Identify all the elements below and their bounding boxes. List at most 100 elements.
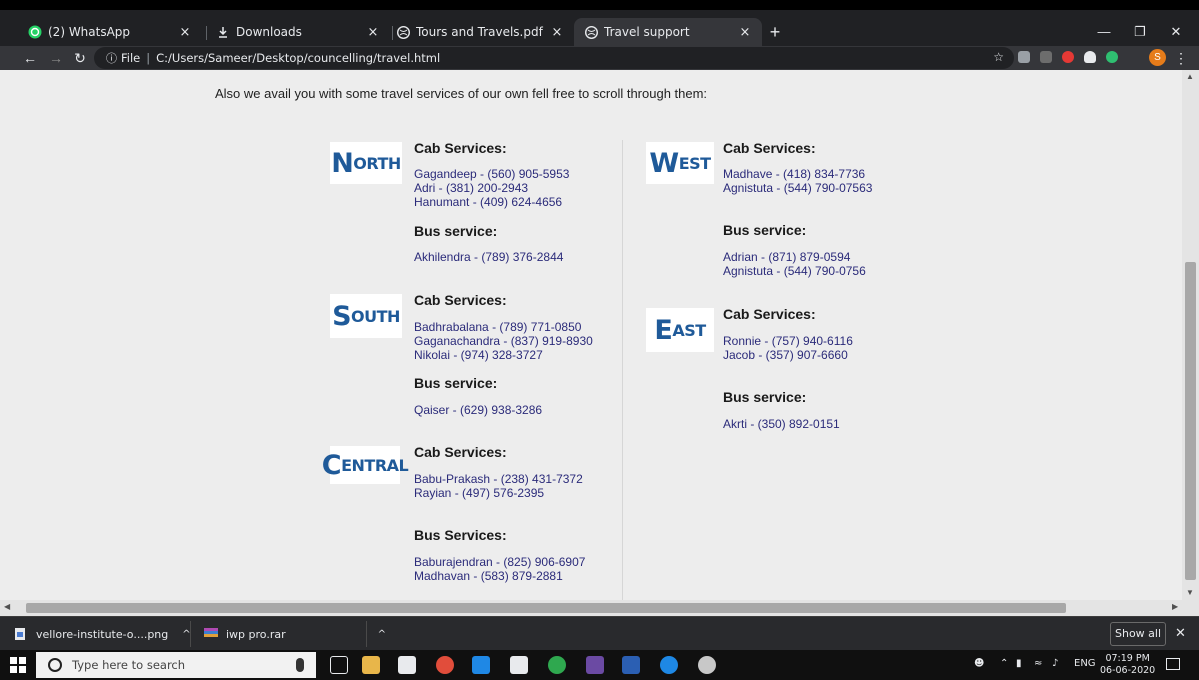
restore-icon[interactable]: ❐ <box>1122 22 1158 42</box>
cab-contacts-north: Gagandeep - (560) 905-5953 Adri - (381) … <box>414 167 569 209</box>
scroll-right-icon[interactable]: ▶ <box>1172 602 1178 611</box>
cab-services-heading: Cab Services: <box>723 140 816 156</box>
notification-icon[interactable] <box>1166 658 1180 670</box>
vertical-scrollbar[interactable]: ▲ ▼ <box>1182 70 1199 600</box>
cab-contacts-west: Madhave - (418) 834-7736 Agnistuta - (54… <box>723 167 872 195</box>
horizontal-scrollbar[interactable]: ◀ ▶ <box>0 600 1199 616</box>
battery-icon[interactable]: ▮ <box>1016 658 1022 669</box>
contact-entry: Adri - (381) 200-2943 <box>414 181 529 195</box>
tab-title: Travel support <box>604 25 690 39</box>
page-viewport: Also we avail you with some travel servi… <box>0 70 1182 600</box>
profile-avatar[interactable]: S <box>1149 49 1166 66</box>
contact-entry: Rayian - (497) 576-2395 <box>414 486 545 500</box>
image-file-icon <box>14 627 26 641</box>
shield-icon[interactable] <box>1084 51 1096 63</box>
bus-service-heading: Bus service: <box>723 389 807 405</box>
contact-entry: Madhave - (418) 834-7736 <box>723 167 866 181</box>
close-icon[interactable]: × <box>548 25 566 40</box>
clock[interactable]: 07:19 PM 06-06-2020 <box>1100 653 1155 677</box>
chevron-up-icon[interactable]: ^ <box>378 629 386 640</box>
app-icon[interactable] <box>698 656 716 674</box>
task-view-icon[interactable] <box>330 656 348 674</box>
scroll-left-icon[interactable]: ◀ <box>4 602 10 611</box>
address-divider: | <box>146 51 151 65</box>
more-menu-icon[interactable]: ⋮ <box>1174 48 1188 68</box>
close-icon[interactable]: × <box>176 25 194 40</box>
download-filename: vellore-institute-o....png <box>36 627 169 641</box>
app-icon[interactable] <box>548 656 566 674</box>
teamviewer-icon[interactable] <box>472 656 490 674</box>
chevron-up-icon[interactable]: ⌃ <box>1000 658 1008 669</box>
extension-icon[interactable] <box>1106 51 1118 63</box>
windows-taskbar: Type here to search ☻ ⌃ ▮ ≈ ♪ ENG 07:19 … <box>0 650 1199 680</box>
download-filename: iwp pro.rar <box>226 627 286 641</box>
contact-entry: Babu-Prakash - (238) 431-7372 <box>414 472 583 486</box>
download-item-archive[interactable]: iwp pro.rar ^ <box>204 623 386 645</box>
contact-entry: Gagandeep - (560) 905-5953 <box>414 167 570 181</box>
back-icon[interactable]: ← <box>20 48 40 68</box>
region-logo-central: C ENTRAL <box>322 446 409 484</box>
language-indicator[interactable]: ENG <box>1074 658 1096 669</box>
winrar-icon[interactable] <box>586 656 604 674</box>
close-shelf-icon[interactable]: ✕ <box>1175 625 1186 641</box>
browser-toolbar: ← → ↻ ⓘ File | C:/Users/Sameer/Desktop/c… <box>0 46 1199 70</box>
new-tab-button[interactable]: + <box>764 21 786 43</box>
wifi-icon[interactable]: ≈ <box>1034 658 1042 669</box>
app-icon[interactable] <box>510 656 528 674</box>
people-icon[interactable]: ☻ <box>974 658 984 669</box>
region-logo-north: N ORTH <box>330 142 402 184</box>
info-icon[interactable]: ⓘ <box>106 50 117 66</box>
search-placeholder: Type here to search <box>72 658 186 672</box>
close-icon[interactable]: × <box>364 25 382 40</box>
bus-service-heading: Bus service: <box>414 375 498 391</box>
extension-icon[interactable] <box>1018 51 1030 63</box>
windows-start-icon[interactable] <box>10 657 26 673</box>
contact-entry: Hanumant - (409) 624-4656 <box>414 195 563 209</box>
close-icon[interactable]: × <box>736 25 754 40</box>
contact-entry: Agnistuta - (544) 790-07563 <box>723 181 873 195</box>
tab-whatsapp[interactable]: (2) WhatsApp × <box>18 18 202 46</box>
show-all-button[interactable]: Show all <box>1110 622 1166 646</box>
vertical-scroll-thumb[interactable] <box>1185 262 1196 580</box>
contact-entry: Qaiser - (629) 938-3286 <box>414 403 543 417</box>
globe-icon <box>396 25 410 39</box>
cab-contacts-south: Badhrabalana - (789) 771-0850 Gaganachan… <box>414 320 593 362</box>
archive-file-icon <box>204 627 218 641</box>
file-explorer-icon[interactable] <box>362 656 380 674</box>
tab-downloads[interactable]: Downloads × <box>206 18 390 46</box>
download-item-image[interactable]: vellore-institute-o....png ^ <box>14 623 191 645</box>
cab-services-heading: Cab Services: <box>723 306 816 322</box>
edge-icon[interactable] <box>660 656 678 674</box>
horizontal-scroll-thumb[interactable] <box>26 603 1066 613</box>
store-icon[interactable] <box>398 656 416 674</box>
region-logo-south: S OUTH <box>330 294 402 338</box>
scroll-down-icon[interactable]: ▼ <box>1186 588 1194 597</box>
volume-icon[interactable]: ♪ <box>1052 658 1058 669</box>
bus-contacts-east: Akrti - (350) 892-0151 <box>723 417 840 431</box>
intro-text: Also we avail you with some travel servi… <box>215 86 708 101</box>
download-separator <box>190 621 191 647</box>
scroll-up-icon[interactable]: ▲ <box>1186 72 1194 81</box>
tab-travel-support[interactable]: Travel support × <box>574 18 762 46</box>
reload-icon[interactable]: ↻ <box>70 48 90 68</box>
extension-icon[interactable] <box>1062 51 1074 63</box>
whatsapp-icon <box>28 25 42 39</box>
clock-time: 07:19 PM <box>1105 653 1150 664</box>
contact-entry: Baburajendran - (825) 906-6907 <box>414 555 586 569</box>
word-icon[interactable] <box>622 656 640 674</box>
bus-service-heading: Bus service: <box>723 222 807 238</box>
contact-entry: Akrti - (350) 892-0151 <box>723 417 840 431</box>
contact-entry: Jacob - (357) 907-6660 <box>723 348 848 362</box>
address-bar[interactable]: ⓘ File | C:/Users/Sameer/Desktop/councel… <box>94 47 1014 69</box>
microphone-icon[interactable] <box>296 658 304 672</box>
taskbar-search-input[interactable]: Type here to search <box>36 652 316 678</box>
close-window-icon[interactable]: ✕ <box>1158 22 1194 42</box>
extension-icon[interactable] <box>1040 51 1052 63</box>
window-top-border <box>0 0 1199 10</box>
minimize-icon[interactable]: — <box>1086 22 1122 42</box>
bookmark-star-icon[interactable]: ☆ <box>993 50 1004 64</box>
chrome-icon[interactable] <box>436 656 454 674</box>
bus-contacts-west: Adrian - (871) 879-0594 Agnistuta - (544… <box>723 250 866 278</box>
forward-icon[interactable]: → <box>46 48 66 68</box>
tab-tours-pdf[interactable]: Tours and Travels.pdf × <box>386 18 574 46</box>
